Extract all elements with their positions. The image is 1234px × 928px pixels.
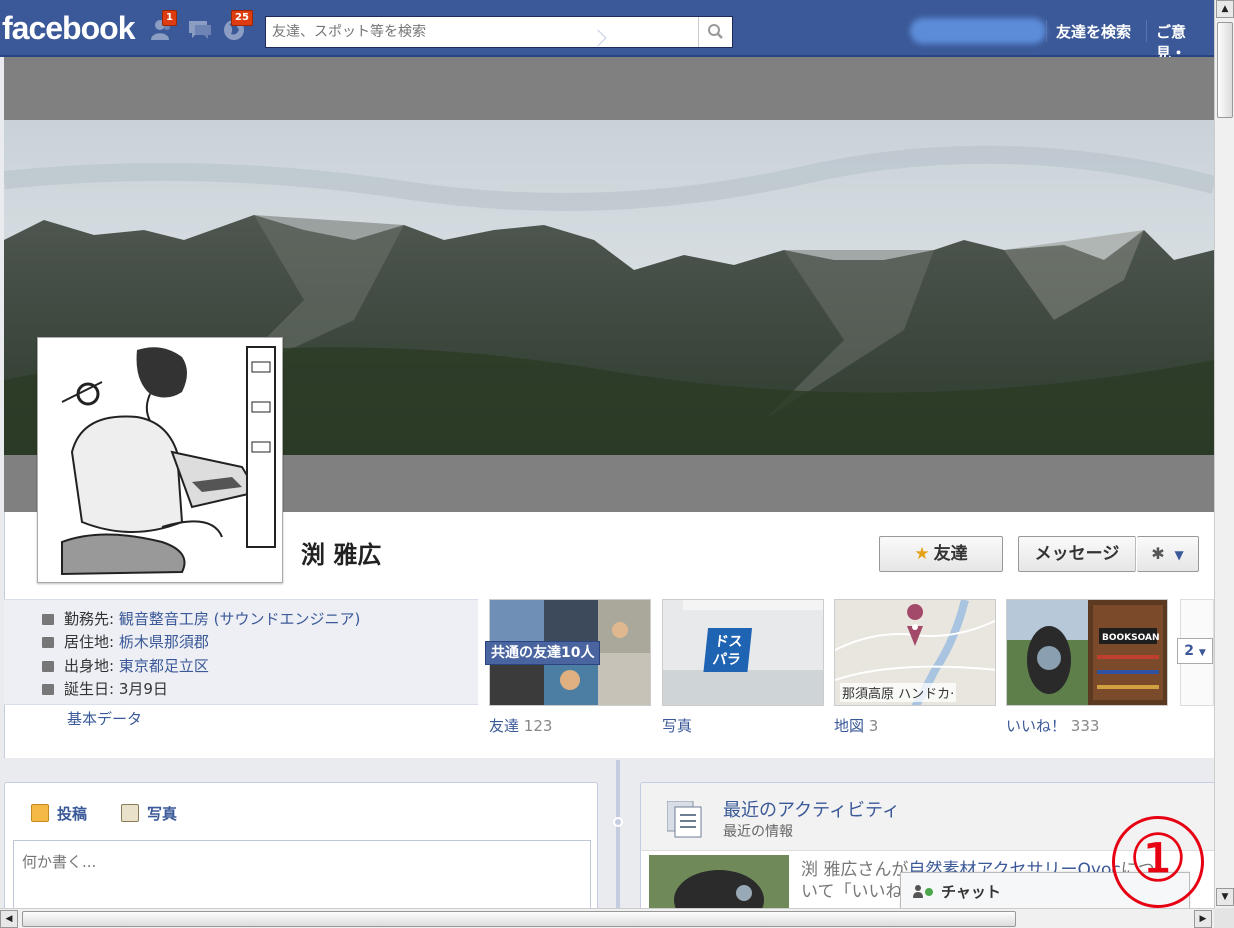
notifications-globe-icon[interactable]: 25 xyxy=(221,10,253,42)
likes-label[interactable]: いいね！ 333 xyxy=(1006,715,1099,736)
chat-label: チャット xyxy=(941,883,1001,901)
annotation-circle-number: ① xyxy=(1112,816,1204,908)
calendar-icon xyxy=(42,684,54,695)
map-label[interactable]: 地図 3 xyxy=(834,715,878,736)
home-icon xyxy=(42,661,54,672)
chat-online-icon xyxy=(913,885,933,898)
friend-requests-badge: 1 xyxy=(162,10,177,26)
work-link[interactable]: 観音整音工房 (サウンドエンジニア) xyxy=(119,610,360,628)
svg-text:BOOKSOAN: BOOKSOAN xyxy=(1102,633,1160,643)
scroll-left-button[interactable]: ◀ xyxy=(0,910,18,928)
notifications-badge: 25 xyxy=(231,10,253,26)
timeline-dot xyxy=(613,817,623,827)
post-icon xyxy=(31,804,49,822)
chevron-down-icon: ▼ xyxy=(1174,548,1184,562)
lives-info: 居住地: 栃木県那須郡 xyxy=(42,631,209,652)
photos-label[interactable]: 写真 xyxy=(662,715,692,736)
vertical-scrollbar[interactable]: ▲ ▼ xyxy=(1214,0,1234,908)
chevron-down-icon: ▼ xyxy=(1198,648,1206,658)
activity-subtitle: 最近の情報 xyxy=(723,824,793,840)
basic-data-link[interactable]: 基本データ xyxy=(67,708,142,729)
find-friends-link[interactable]: 友達を検索 xyxy=(1056,21,1131,42)
likes-count: 333 xyxy=(1070,717,1100,735)
work-info: 勤務先: 観音整音工房 (サウンドエンジニア) xyxy=(42,608,360,629)
status-input[interactable] xyxy=(13,840,591,908)
search-button[interactable] xyxy=(698,17,732,47)
search-input[interactable] xyxy=(266,17,698,47)
tab-photo[interactable]: 写真 xyxy=(121,803,177,824)
hometown-info: 出身地: 東京都足立区 xyxy=(42,655,209,676)
friend-button-label: 友達 xyxy=(933,544,968,564)
lives-link[interactable]: 栃木県那須郡 xyxy=(119,633,209,651)
activity-title[interactable]: 最近のアクティビティ xyxy=(723,796,900,822)
composer-tabs: 投稿 写真 xyxy=(5,783,597,839)
map-place-caption: 那須高原 ハンドカ· xyxy=(840,683,957,702)
message-button[interactable]: メッセージ xyxy=(1018,536,1136,572)
scroll-down-button[interactable]: ▼ xyxy=(1216,888,1234,906)
work-label: 勤務先: xyxy=(64,610,119,628)
lives-label: 居住地: xyxy=(64,633,119,651)
more-sections-button[interactable]: 2 ▼ xyxy=(1177,638,1213,664)
horizontal-scroll-thumb[interactable] xyxy=(22,911,1016,927)
facebook-logo[interactable]: facebook xyxy=(2,10,135,47)
likes-tile[interactable]: BOOKSOAN xyxy=(1006,599,1168,706)
birthday-info: 誕生日: 3月9日 xyxy=(42,678,168,699)
briefcase-icon xyxy=(42,614,54,625)
activity-thumbnail[interactable] xyxy=(649,855,789,908)
settings-menu-button[interactable]: ✱ ▼ xyxy=(1137,536,1199,572)
from-label: 出身地: xyxy=(64,657,119,675)
city-icon xyxy=(42,637,54,648)
scroll-up-button[interactable]: ▲ xyxy=(1216,0,1234,18)
profile-name: 渕 雅広 xyxy=(301,541,382,569)
photo-icon xyxy=(121,804,139,822)
svg-text:パラ: パラ xyxy=(712,652,742,668)
activity-document-icon xyxy=(667,801,702,838)
messages-icon[interactable] xyxy=(187,16,213,42)
nav-divider xyxy=(1046,20,1047,42)
map-count: 3 xyxy=(868,717,879,735)
friends-count: 123 xyxy=(523,717,553,735)
birthday-text: 誕生日: 3月9日 xyxy=(64,680,168,698)
tab-post[interactable]: 投稿 xyxy=(31,803,87,824)
scroll-right-button[interactable]: ▶ xyxy=(1194,910,1212,928)
browser-viewport: facebook 1 25 友達を検索 ご意見・ xyxy=(0,0,1214,908)
post-composer: 投稿 写真 xyxy=(4,782,598,908)
timeline-spine xyxy=(616,760,620,908)
top-navigation-bar: facebook 1 25 友達を検索 ご意見・ xyxy=(0,0,1214,62)
scrollbar-corner xyxy=(1214,908,1234,928)
gear-icon: ✱ xyxy=(1151,544,1165,563)
nav-divider xyxy=(1146,20,1147,42)
star-icon: ★ xyxy=(914,544,930,564)
photos-tile[interactable]: ドス パラ xyxy=(662,599,824,706)
search-icon xyxy=(708,24,723,39)
mutual-friends-badge[interactable]: 共通の友達10人 xyxy=(485,641,601,665)
profile-picture[interactable] xyxy=(37,337,283,583)
vertical-scroll-thumb[interactable] xyxy=(1217,22,1233,118)
profile-info-panel: 勤務先: 観音整音工房 (サウンドエンジニア) 居住地: 栃木県那須郡 出身地:… xyxy=(4,599,478,705)
horizontal-scrollbar[interactable]: ◀ ▶ xyxy=(0,908,1214,928)
search-box xyxy=(265,16,733,48)
friends-label[interactable]: 友達 123 xyxy=(489,715,552,736)
blurred-user-name[interactable] xyxy=(910,18,1046,44)
friend-requests-icon[interactable]: 1 xyxy=(150,10,177,42)
svg-text:ドス: ドス xyxy=(714,634,744,650)
friend-status-button[interactable]: ★ 友達 xyxy=(879,536,1003,572)
from-link[interactable]: 東京都足立区 xyxy=(119,657,209,675)
